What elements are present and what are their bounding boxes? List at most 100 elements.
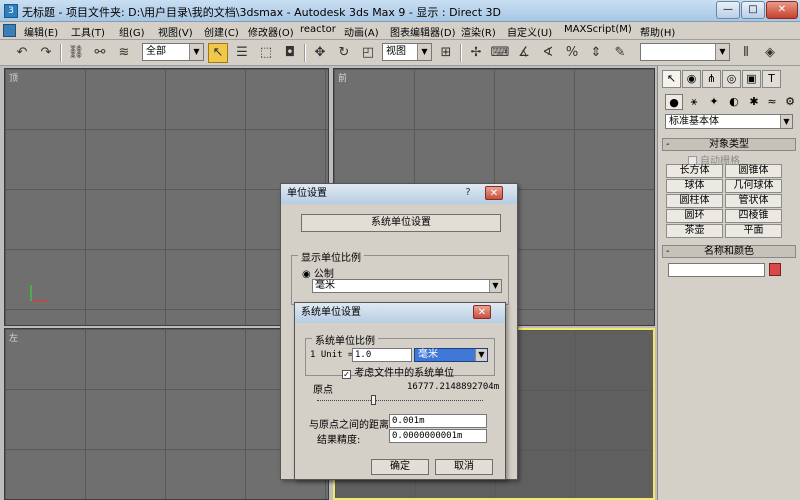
menu-help[interactable]: 帮助(H) xyxy=(640,24,675,39)
origin-slider-thumb[interactable] xyxy=(371,395,376,405)
rectangular-selection-icon[interactable]: ⬚ xyxy=(256,43,276,63)
object-color-swatch[interactable] xyxy=(769,263,781,276)
select-and-manipulate-icon[interactable]: ✢ xyxy=(466,43,486,63)
consider-files-checkbox[interactable]: ✓ 考虑文件中的系统单位 xyxy=(342,364,454,379)
named-selection-sets-dropdown[interactable]: ▼ xyxy=(640,43,730,61)
system-unit-scale-group: 系统单位比例 1 Unit = 1.0 毫米 ▼ ✓ 考虑文件中的系统单位 xyxy=(305,332,495,379)
create-tab-icon[interactable]: ↖ xyxy=(662,70,681,88)
pivot-center-icon[interactable]: ⊞ xyxy=(436,43,456,63)
unlink-icon[interactable]: ⚯ xyxy=(90,43,110,63)
menu-modifiers[interactable]: 修改器(O) xyxy=(248,24,294,39)
window-crossing-icon[interactable]: ◘ xyxy=(280,43,300,63)
cancel-button[interactable]: 取消 xyxy=(435,459,493,475)
menu-graph-editors[interactable]: 图表编辑器(D) xyxy=(390,24,456,39)
align-icon[interactable]: ◈ xyxy=(760,43,780,63)
spinner-snap-icon[interactable]: ⇕ xyxy=(586,43,606,63)
systems-icon[interactable]: ⚙ xyxy=(781,94,799,110)
object-category-value: 标准基本体 xyxy=(669,116,719,127)
rollout-name-color-label: 名称和颜色 xyxy=(704,246,754,257)
reference-coordinate-value: 视图 xyxy=(386,46,406,57)
edit-named-selection-icon[interactable]: ✎ xyxy=(610,43,630,63)
rollout-object-type[interactable]: - 对象类型 xyxy=(662,138,796,151)
modify-tab-icon[interactable]: ◉ xyxy=(682,70,701,88)
pyramid-button[interactable]: 四棱锥 xyxy=(725,209,782,223)
shapes-icon[interactable]: ⚹ xyxy=(685,94,703,110)
origin-label: 原点 xyxy=(313,385,333,396)
maximize-button[interactable]: □ xyxy=(741,1,765,19)
viewport-label-front[interactable]: 前 xyxy=(338,71,347,84)
minimize-button[interactable]: — xyxy=(716,1,740,19)
reference-coordinate-dropdown[interactable]: 视图 ▼ xyxy=(382,43,432,61)
redo-icon[interactable]: ↷ xyxy=(36,43,56,63)
metric-unit-value: 毫米 xyxy=(315,280,335,291)
system-menu-icon[interactable] xyxy=(3,24,16,37)
select-and-link-icon[interactable]: ⛓ xyxy=(66,43,86,63)
menu-create[interactable]: 创建(C) xyxy=(204,24,239,39)
cylinder-button[interactable]: 圆柱体 xyxy=(666,194,723,208)
distance-value: 0.001m xyxy=(392,416,425,426)
system-unit-setup-close-button[interactable]: ✕ xyxy=(473,305,491,319)
tube-button[interactable]: 管状体 xyxy=(725,194,782,208)
cameras-icon[interactable]: ◐ xyxy=(725,94,743,110)
torus-button[interactable]: 圆环 xyxy=(666,209,723,223)
distance-label: 与原点之间的距离: xyxy=(309,420,393,431)
box-button[interactable]: 长方体 xyxy=(666,164,723,178)
mirror-icon[interactable]: ⫴ xyxy=(736,43,756,63)
viewport-label-top[interactable]: 顶 xyxy=(9,71,18,84)
chevron-down-icon: ▼ xyxy=(780,115,792,128)
menu-tools[interactable]: 工具(T) xyxy=(71,24,105,39)
space-warps-icon[interactable]: ≈ xyxy=(763,94,781,110)
helpers-icon[interactable]: ✱ xyxy=(745,94,763,110)
geosphere-button[interactable]: 几何球体 xyxy=(725,179,782,193)
metric-unit-dropdown[interactable]: 毫米 ▼ xyxy=(312,279,502,293)
unit-value-input[interactable]: 1.0 xyxy=(352,348,412,362)
metric-radio[interactable]: ◉ 公制 xyxy=(302,265,334,280)
sphere-button[interactable]: 球体 xyxy=(666,179,723,193)
menu-reactor[interactable]: reactor xyxy=(300,24,336,35)
selection-filter-dropdown[interactable]: 全部 ▼ xyxy=(142,43,204,61)
cone-button[interactable]: 圆锥体 xyxy=(725,164,782,178)
units-setup-close-button[interactable]: ✕ xyxy=(485,186,503,200)
select-and-rotate-icon[interactable]: ↻ xyxy=(334,43,354,63)
menu-animation[interactable]: 动画(A) xyxy=(344,24,379,39)
object-name-input[interactable] xyxy=(668,263,765,277)
bind-space-warp-icon[interactable]: ≋ xyxy=(114,43,134,63)
menu-views[interactable]: 视图(V) xyxy=(158,24,193,39)
distance-input[interactable]: 0.001m xyxy=(389,414,487,428)
menu-edit[interactable]: 编辑(E) xyxy=(24,24,58,39)
teapot-button[interactable]: 茶壶 xyxy=(666,224,723,238)
consider-files-label: 考虑文件中的系统单位 xyxy=(354,368,455,379)
rollout-name-color[interactable]: - 名称和颜色 xyxy=(662,245,796,258)
unit-type-dropdown[interactable]: 毫米 ▼ xyxy=(414,348,488,362)
menu-customize[interactable]: 自定义(U) xyxy=(507,24,552,39)
select-object-icon[interactable]: ↖ xyxy=(208,43,228,63)
viewport-label-left[interactable]: 左 xyxy=(9,331,18,344)
undo-icon[interactable]: ↶ xyxy=(12,43,32,63)
object-category-dropdown[interactable]: 标准基本体 ▼ xyxy=(665,114,793,129)
menu-group[interactable]: 组(G) xyxy=(119,24,145,39)
select-and-move-icon[interactable]: ✥ xyxy=(310,43,330,63)
display-tab-icon[interactable]: ▣ xyxy=(742,70,761,88)
unit-prefix-label: 1 Unit = xyxy=(310,350,354,360)
snaps-toggle-icon[interactable]: ∡ xyxy=(514,43,534,63)
help-icon[interactable]: ? xyxy=(459,186,477,200)
selection-filter-value: 全部 xyxy=(146,46,166,57)
system-unit-setup-button[interactable]: 系统单位设置 xyxy=(301,214,501,232)
utilities-tab-icon[interactable]: T xyxy=(762,70,781,88)
keyboard-shortcut-override-icon[interactable]: ⌨ xyxy=(490,43,510,63)
app-icon[interactable]: 3 xyxy=(4,4,18,18)
menu-rendering[interactable]: 渲染(R) xyxy=(461,24,496,39)
plane-button[interactable]: 平面 xyxy=(725,224,782,238)
percent-snap-icon[interactable]: % xyxy=(562,43,582,63)
menu-maxscript[interactable]: MAXScript(M) xyxy=(564,24,632,35)
origin-slider-track[interactable] xyxy=(317,400,483,401)
ok-button[interactable]: 确定 xyxy=(371,459,429,475)
lights-icon[interactable]: ✦ xyxy=(705,94,723,110)
angle-snap-icon[interactable]: ∢ xyxy=(538,43,558,63)
geometry-icon[interactable]: ● xyxy=(665,94,683,110)
select-by-name-icon[interactable]: ☰ xyxy=(232,43,252,63)
select-and-scale-icon[interactable]: ◰ xyxy=(358,43,378,63)
motion-tab-icon[interactable]: ◎ xyxy=(722,70,741,88)
close-button[interactable]: ✕ xyxy=(766,1,798,19)
hierarchy-tab-icon[interactable]: ⋔ xyxy=(702,70,721,88)
